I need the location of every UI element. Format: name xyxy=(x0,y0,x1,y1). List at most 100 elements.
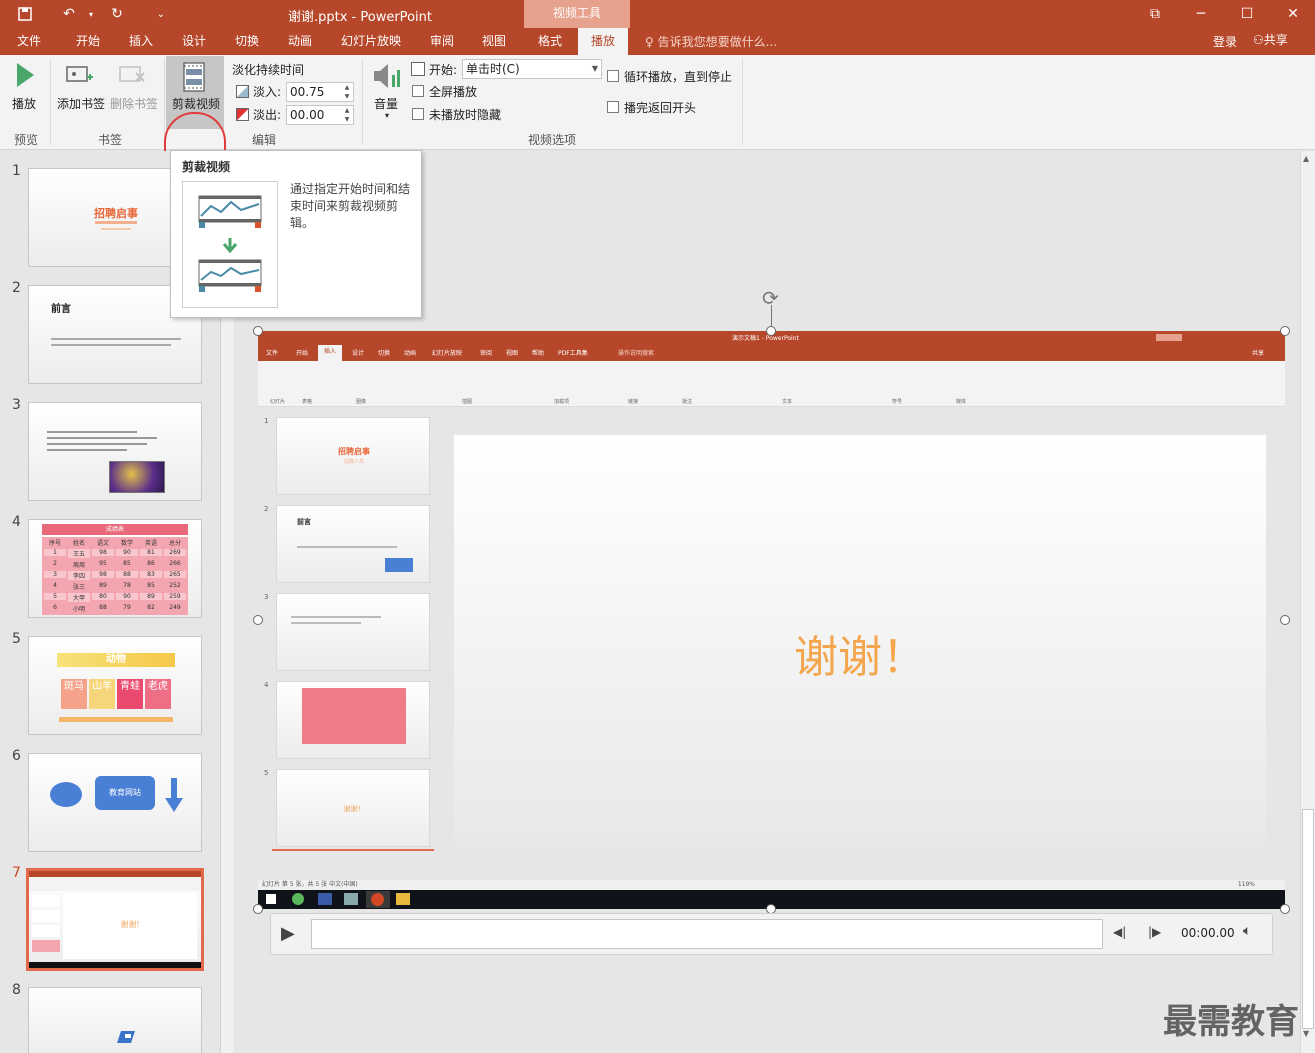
inner-tab: 开始 xyxy=(296,350,309,357)
tab-slideshow[interactable]: 幻灯片放映 xyxy=(333,28,409,55)
thumb-table-cell: 266 xyxy=(164,560,186,567)
resize-handle[interactable] xyxy=(1280,904,1290,914)
fade-duration-label: 淡化持续时间 xyxy=(232,63,305,77)
slide-thumbnail-5[interactable]: 动物 斑马 山羊 青蛙 老虎 xyxy=(28,636,202,735)
loop-label[interactable]: 循环播放，直到停止 xyxy=(624,68,732,85)
scrollbar-thumb[interactable] xyxy=(1302,809,1314,1029)
resize-handle[interactable] xyxy=(1280,615,1290,625)
inner-thumb-subtitle: 招聘人员 xyxy=(343,459,364,465)
slide-thumbnail-3[interactable] xyxy=(28,402,202,501)
start-trigger-icon xyxy=(411,62,425,76)
tab-review[interactable]: 审阅 xyxy=(418,28,466,55)
video-player-controls: ▶ ◀| |▶ 00:00.00 🔈︎ xyxy=(270,913,1273,955)
hide-not-playing-checkbox[interactable] xyxy=(412,108,424,120)
loop-checkbox[interactable] xyxy=(607,70,619,82)
spinner-arrows-icon[interactable]: ▲ ▼ xyxy=(342,83,352,101)
fullscreen-label[interactable]: 全屏播放 xyxy=(429,83,477,100)
add-bookmark-icon[interactable] xyxy=(65,63,95,90)
thumb-table-cell: 80 xyxy=(92,593,114,600)
inner-tab-active: 插入 xyxy=(318,345,342,361)
step-forward-icon[interactable]: |▶ xyxy=(1148,925,1161,939)
save-icon[interactable] xyxy=(14,3,36,25)
volume-icon[interactable] xyxy=(372,61,404,94)
slide-thumbnail-6[interactable]: 教育网站 xyxy=(28,753,202,852)
login-link[interactable]: 登录 xyxy=(1213,33,1237,50)
scroll-up-icon[interactable]: ▲ xyxy=(1303,154,1309,163)
tab-insert[interactable]: 插入 xyxy=(117,28,165,55)
volume-label[interactable]: 音量 xyxy=(374,95,398,112)
trim-video-tooltip: 剪裁视频 通过指定开始时间和结束时间来剪裁视频剪辑。 xyxy=(170,150,422,318)
fade-in-input[interactable]: 00.75 ▲ ▼ xyxy=(286,82,354,102)
share-button[interactable]: ⚇共享 xyxy=(1253,31,1288,48)
slide-number: 5 xyxy=(12,631,21,647)
tell-me-box[interactable]: ♀ 告诉我您想要做什么... xyxy=(645,33,777,50)
customize-qat-icon[interactable]: ⌄ xyxy=(150,3,172,25)
tab-format[interactable]: 格式 xyxy=(525,28,575,55)
resize-handle[interactable] xyxy=(253,326,263,336)
play-button-label[interactable]: 播放 xyxy=(12,95,36,112)
speaker-icon[interactable]: 🔈︎ xyxy=(1243,923,1251,939)
fade-out-value: 00.00 xyxy=(290,108,325,122)
play-icon[interactable] xyxy=(14,61,36,92)
hide-not-playing-label[interactable]: 未播放时隐藏 xyxy=(429,106,501,123)
resize-handle[interactable] xyxy=(253,615,263,625)
inner-group-label: 媒体 xyxy=(956,399,967,405)
slide-thumbnail-7[interactable]: 谢谢! xyxy=(26,868,204,971)
start-dropdown[interactable]: 单击时(C) ▼ xyxy=(462,59,602,79)
tab-home[interactable]: 开始 xyxy=(64,28,112,55)
maximize-button[interactable]: ☐ xyxy=(1224,0,1270,28)
inner-ribbon: 幻灯片 表格 图像 插图 加载项 链接 批注 文本 符号 媒体 xyxy=(258,361,1285,407)
add-bookmark-label[interactable]: 添加书签 xyxy=(57,95,105,112)
resize-handle[interactable] xyxy=(253,904,263,914)
slide-thumbnail-8[interactable] xyxy=(28,987,202,1053)
video-object[interactable]: 演示文稿1 - PowerPoint 文件 开始 插入 设计 切换 动画 幻灯片… xyxy=(258,331,1285,909)
powerpoint-window: ↶ ▾ ↻ ⌄ 谢谢.pptx - PowerPoint 视频工具 ⧉ ─ ☐ … xyxy=(0,0,1315,1053)
thumb-button-shape: 教育网站 xyxy=(95,776,155,810)
taskbar-active-app xyxy=(366,891,390,908)
inner-thumb: 谢谢！ xyxy=(276,769,430,847)
thumb-table-cell: 1 xyxy=(44,549,66,556)
tab-view[interactable]: 视图 xyxy=(470,28,518,55)
seek-bar[interactable] xyxy=(311,919,1103,949)
tooltip-description: 通过指定开始时间和结束时间来剪裁视频剪辑。 xyxy=(290,182,411,230)
undo-icon[interactable]: ↶ xyxy=(58,3,80,25)
taskbar-app-icon xyxy=(292,893,304,905)
undo-dropdown-icon[interactable]: ▾ xyxy=(80,3,102,25)
tab-playback[interactable]: 播放 xyxy=(578,28,628,55)
thumb-table-title: 成绩表 xyxy=(42,524,188,535)
rewind-label[interactable]: 播完返回开头 xyxy=(624,99,696,116)
inner-thumb: 前言 xyxy=(276,505,430,583)
lightbulb-icon: ♀ xyxy=(645,35,658,49)
spinner-arrows-icon[interactable]: ▲ ▼ xyxy=(342,106,352,124)
minimize-button[interactable]: ─ xyxy=(1178,0,1224,28)
tab-file[interactable]: 文件 xyxy=(6,28,52,55)
ribbon-separator xyxy=(362,59,363,145)
remove-bookmark-icon xyxy=(118,63,148,90)
resize-handle[interactable] xyxy=(766,326,776,336)
thumb-table-cell: 90 xyxy=(116,549,138,556)
tooltip-illustration xyxy=(182,181,278,308)
step-back-icon[interactable]: ◀| xyxy=(1113,925,1126,939)
thumb-table-cell: 王五 xyxy=(68,549,90,558)
volume-dropdown-icon[interactable]: ▾ xyxy=(385,111,389,120)
tab-animations[interactable]: 动画 xyxy=(276,28,324,55)
start-value: 单击时(C) xyxy=(466,62,520,76)
thumb-table-cell: 269 xyxy=(164,549,186,556)
inner-workspace: 1 招聘启事 招聘人员 2 前言 3 4 5 谢谢！ 谢谢！ xyxy=(258,407,1285,880)
tab-design[interactable]: 设计 xyxy=(170,28,218,55)
tab-transitions[interactable]: 切换 xyxy=(223,28,271,55)
play-icon[interactable]: ▶ xyxy=(281,923,295,944)
resize-handle[interactable] xyxy=(1280,326,1290,336)
time-display: 00:00.00 xyxy=(1181,926,1235,940)
scroll-down-icon[interactable]: ▼ xyxy=(1303,1029,1309,1038)
rewind-checkbox[interactable] xyxy=(607,101,619,113)
close-button[interactable]: ✕ xyxy=(1270,0,1315,28)
fullscreen-checkbox[interactable] xyxy=(412,85,424,97)
ribbon-display-options-icon[interactable]: ⧉ xyxy=(1132,0,1178,28)
inner-slide-number: 3 xyxy=(264,593,269,601)
redo-icon[interactable]: ↻ xyxy=(106,3,128,25)
vertical-scrollbar[interactable]: ▲ ▼ xyxy=(1300,151,1315,1053)
fade-out-input[interactable]: 00.00 ▲ ▼ xyxy=(286,105,354,125)
slide-thumbnail-4[interactable]: 成绩表 序号 姓名 语文 数学 英语 总分 1 王五 98 90 81 269 2 周周 95 85 86 266… xyxy=(28,519,202,618)
thumb-table-cell: 88 xyxy=(92,604,114,611)
